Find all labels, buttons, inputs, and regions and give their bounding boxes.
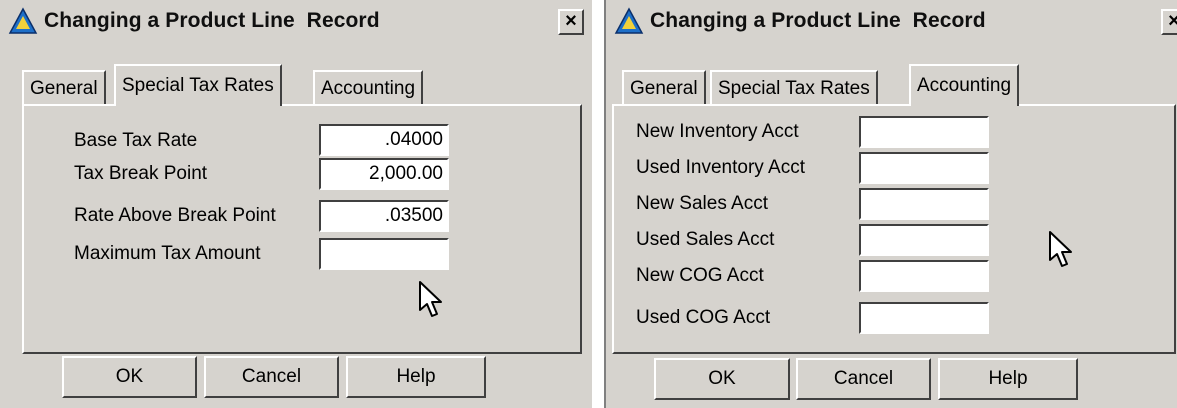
app-triangle-icon	[614, 7, 644, 34]
new-cog-acct-input[interactable]	[859, 260, 989, 292]
maximum-tax-amount-label: Maximum Tax Amount	[74, 243, 261, 264]
used-inventory-acct-input[interactable]	[859, 152, 989, 184]
window-title: Changing a Product Line Record	[44, 9, 380, 32]
base-tax-rate-input[interactable]	[319, 124, 449, 156]
used-cog-acct-input[interactable]	[859, 302, 989, 334]
dialog-special-tax-rates: Changing a Product Line Record × General…	[0, 0, 594, 408]
title-bar[interactable]: Changing a Product Line Record	[606, 0, 1177, 42]
ok-button[interactable]: OK	[654, 358, 790, 400]
used-inventory-acct-label: Used Inventory Acct	[636, 157, 805, 178]
rate-above-break-point-label: Rate Above Break Point	[74, 205, 276, 226]
close-button[interactable]: ×	[558, 9, 584, 35]
new-inventory-acct-input[interactable]	[859, 116, 989, 148]
tab-general[interactable]: General	[22, 70, 106, 106]
base-tax-rate-label: Base Tax Rate	[74, 130, 198, 151]
tab-special-tax-rates[interactable]: Special Tax Rates	[114, 64, 282, 106]
new-inventory-acct-label: New Inventory Acct	[636, 121, 799, 142]
help-button[interactable]: Help	[938, 358, 1078, 400]
tab-accounting[interactable]: Accounting	[909, 64, 1020, 106]
new-sales-acct-input[interactable]	[859, 188, 989, 220]
mouse-pointer-icon	[1049, 231, 1072, 267]
tax-break-point-label: Tax Break Point	[74, 163, 208, 184]
dialog-accounting: Changing a Product Line Record × General…	[604, 0, 1177, 408]
used-sales-acct-input[interactable]	[859, 224, 989, 256]
new-sales-acct-label: New Sales Acct	[636, 193, 768, 214]
app-triangle-icon	[8, 7, 38, 34]
tab-general[interactable]: General	[622, 70, 706, 106]
used-cog-acct-label: Used COG Acct	[636, 307, 771, 328]
tab-special-tax-rates[interactable]: Special Tax Rates	[710, 70, 878, 106]
tab-accounting[interactable]: Accounting	[313, 70, 424, 106]
close-button[interactable]: ×	[1161, 9, 1177, 35]
new-cog-acct-label: New COG Acct	[636, 265, 764, 286]
tax-break-point-input[interactable]	[319, 158, 449, 190]
mouse-pointer-icon	[419, 281, 442, 317]
used-sales-acct-label: Used Sales Acct	[636, 229, 775, 250]
tab-panel: New Inventory Acct Used Inventory Acct N…	[612, 104, 1176, 354]
rate-above-break-point-input[interactable]	[319, 200, 449, 232]
window-title: Changing a Product Line Record	[650, 9, 986, 32]
cancel-button[interactable]: Cancel	[204, 356, 339, 398]
title-bar[interactable]: Changing a Product Line Record	[0, 0, 592, 42]
help-button[interactable]: Help	[346, 356, 486, 398]
tab-panel: Base Tax Rate Tax Break Point Rate Above…	[22, 104, 582, 354]
cancel-button[interactable]: Cancel	[796, 358, 931, 400]
maximum-tax-amount-input[interactable]	[319, 238, 449, 270]
ok-button[interactable]: OK	[62, 356, 197, 398]
